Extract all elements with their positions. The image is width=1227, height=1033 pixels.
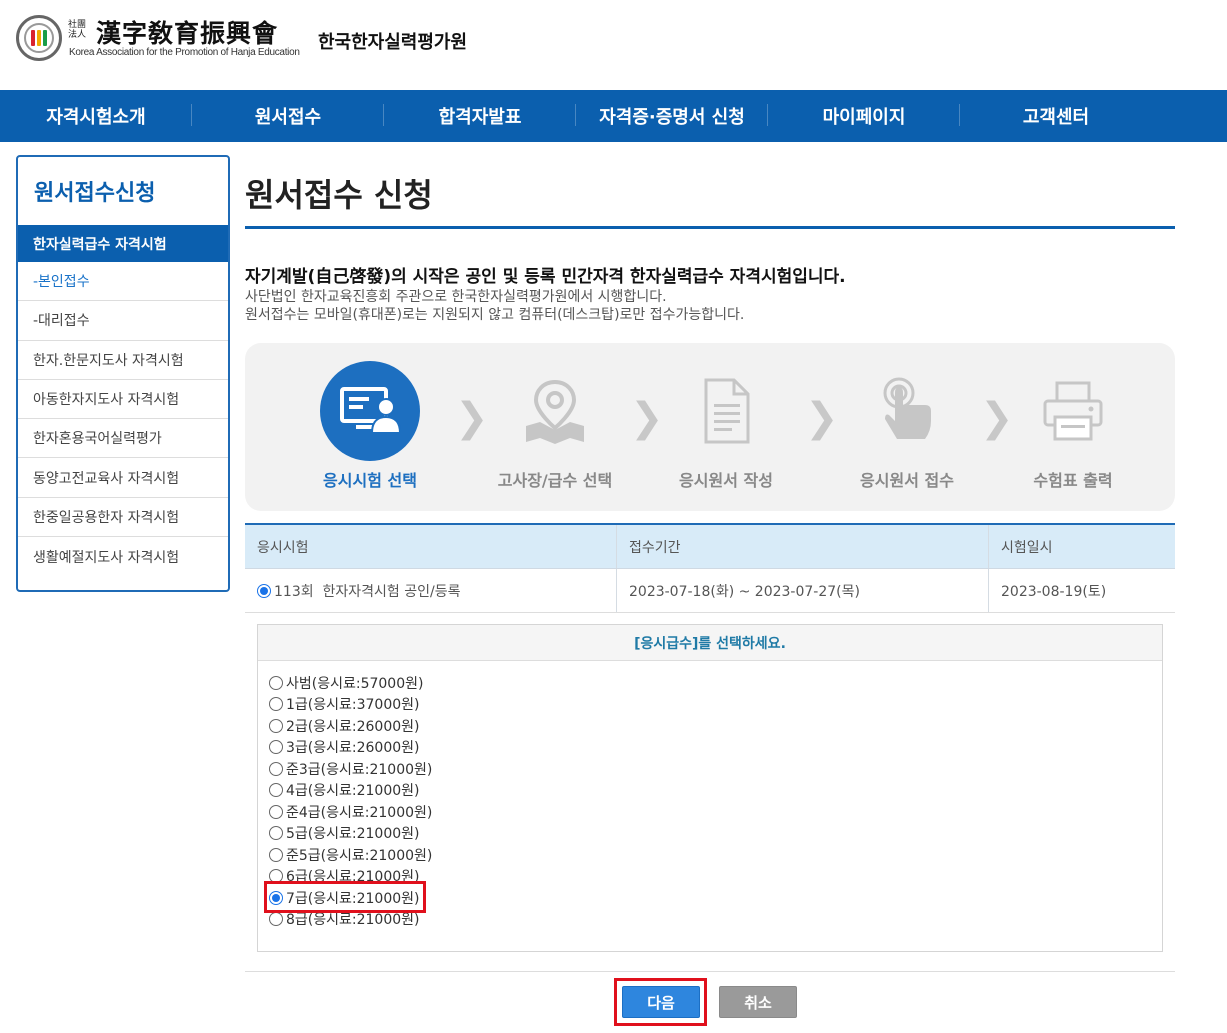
exam-radio[interactable] bbox=[257, 583, 271, 598]
sidebar-item-etiquette-instructor-exam[interactable]: 생활예절지도사 자격시험 bbox=[18, 537, 228, 576]
chevron-right-icon: ❯ bbox=[805, 395, 839, 441]
grade-radio[interactable] bbox=[269, 826, 283, 841]
document-icon bbox=[676, 361, 776, 461]
grade-radio[interactable] bbox=[269, 718, 283, 733]
logo-seal-icon[interactable] bbox=[16, 15, 62, 61]
step-label: 응시원서 작성 bbox=[679, 471, 773, 490]
sidebar-group-hanja-exam[interactable]: 한자실력급수 자격시험 bbox=[18, 225, 228, 262]
sidebar-item-proxy-apply[interactable]: -대리접수 bbox=[18, 301, 228, 341]
logo-small-text: 社團法人 bbox=[68, 20, 87, 40]
nav-item-exam-intro[interactable]: 자격시험소개 bbox=[0, 90, 192, 142]
title-divider bbox=[245, 226, 1175, 229]
grade-section: [응시급수]를 선택하세요. 사범(응시료:57000원) 1급(응시료:370… bbox=[245, 612, 1175, 972]
grade-option[interactable]: 1급(응시료:37000원) bbox=[269, 694, 432, 716]
grade-option-label: 4급(응시료:21000원) bbox=[286, 783, 420, 800]
intro-note-1: 사단법인 한자교육진흥회 주관으로 한국한자실력평가원에서 시행합니다. bbox=[245, 289, 667, 305]
step-write-application: 응시원서 작성 bbox=[656, 343, 796, 511]
grade-option-label: 준3급(응시료:21000원) bbox=[286, 761, 433, 778]
exam-cell[interactable]: 113회 한자자격시험 공인/등록 bbox=[245, 569, 617, 612]
step-label: 응시시험 선택 bbox=[323, 471, 417, 490]
chevron-right-icon: ❯ bbox=[455, 395, 489, 441]
sidebar-item-child-instructor-exam[interactable]: 아동한자지도사 자격시험 bbox=[18, 380, 228, 420]
grade-option-label: 2급(응시료:26000원) bbox=[286, 718, 420, 735]
sidebar-item-self-apply[interactable]: -본인접수 bbox=[18, 262, 228, 302]
grade-radio[interactable] bbox=[269, 847, 283, 862]
logo-hanja-text[interactable]: 漢字敎育振興會 bbox=[96, 14, 278, 50]
sidebar-title: 원서접수신청 bbox=[34, 181, 156, 206]
grade-option[interactable]: 3급(응시료:26000원) bbox=[269, 737, 432, 759]
grade-radio[interactable] bbox=[269, 761, 283, 776]
nav-item-customer-center[interactable]: 고객센터 bbox=[960, 90, 1152, 142]
grade-option-label: 1급(응시료:37000원) bbox=[286, 697, 420, 714]
grade-option[interactable]: 사범(응시료:57000원) bbox=[269, 672, 432, 694]
nav-item-results[interactable]: 합격자발표 bbox=[384, 90, 576, 142]
grade-option[interactable]: 4급(응시료:21000원) bbox=[269, 780, 432, 802]
column-header-date: 시험일시 bbox=[1001, 539, 1053, 556]
date-cell: 2023-08-19(토) bbox=[1001, 583, 1107, 600]
application-steps: 응시시험 선택 ❯ 고사장/급수 선택 ❯ 응시원서 작성 ❯ 응시원서 접수 … bbox=[245, 343, 1175, 511]
logo-english-text: Korea Association for the Promotion of H… bbox=[69, 47, 300, 58]
nav-item-application[interactable]: 원서접수 bbox=[192, 90, 384, 142]
step-select-site-grade: 고사장/급수 선택 bbox=[485, 343, 625, 511]
nav-item-mypage[interactable]: 마이페이지 bbox=[768, 90, 960, 142]
grade-option-label: 3급(응시료:26000원) bbox=[286, 740, 420, 757]
period-cell: 2023-07-18(화) ~ 2023-07-27(목) bbox=[617, 569, 989, 612]
site-header: 社團法人 漢字敎育振興會 Korea Association for the P… bbox=[0, 0, 1227, 90]
exam-name: 113회 한자자격시험 공인/등록 bbox=[274, 583, 461, 600]
grade-radio[interactable] bbox=[269, 783, 283, 798]
grade-option-label: 준5급(응시료:21000원) bbox=[286, 847, 433, 864]
printer-icon bbox=[1023, 361, 1123, 461]
step-print-ticket: 수험표 출력 bbox=[1003, 343, 1143, 511]
step-label: 수험표 출력 bbox=[1033, 471, 1113, 490]
table-header: 응시시험 접수기간 시험일시 bbox=[245, 525, 1175, 569]
step-label: 고사장/급수 선택 bbox=[497, 471, 613, 490]
grade-option[interactable]: 준3급(응시료:21000원) bbox=[269, 758, 432, 780]
step-submit-application: 응시원서 접수 bbox=[837, 343, 977, 511]
nav-item-certificate[interactable]: 자격증·증명서 신청 bbox=[576, 90, 768, 142]
page-title: 원서접수 신청 bbox=[245, 176, 433, 214]
grade-option[interactable]: 준4급(응시료:21000원) bbox=[269, 801, 432, 823]
map-pin-icon bbox=[505, 361, 605, 461]
grade-title: [응시급수]를 선택하세요. bbox=[258, 625, 1162, 661]
sidebar-item-common-hanja-exam[interactable]: 한중일공용한자 자격시험 bbox=[18, 498, 228, 538]
column-header-exam: 응시시험 bbox=[245, 525, 617, 568]
step-label: 응시원서 접수 bbox=[860, 471, 954, 490]
grade-radio[interactable] bbox=[269, 912, 283, 927]
touch-hand-icon bbox=[857, 361, 957, 461]
grade-option[interactable]: 준5급(응시료:21000원) bbox=[269, 844, 432, 866]
grade-radio[interactable] bbox=[269, 697, 283, 712]
logo-korean-text[interactable]: 한국한자실력평가원 bbox=[318, 28, 467, 54]
sidebar-item-mixed-korean-test[interactable]: 한자혼용국어실력평가 bbox=[18, 419, 228, 459]
grade-option-label: 사범(응시료:57000원) bbox=[286, 675, 424, 692]
table-row[interactable]: 113회 한자자격시험 공인/등록 2023-07-18(화) ~ 2023-0… bbox=[245, 569, 1175, 613]
sidebar-item-instructor-exam[interactable]: 한자.한문지도사 자격시험 bbox=[18, 341, 228, 380]
exam-table: 응시시험 접수기간 시험일시 113회 한자자격시험 공인/등록 2023-07… bbox=[245, 523, 1175, 613]
cancel-button[interactable]: 취소 bbox=[719, 986, 797, 1018]
next-button[interactable]: 다음 bbox=[622, 986, 700, 1018]
grade-radio[interactable] bbox=[269, 804, 283, 819]
column-header-period: 접수기간 bbox=[617, 525, 989, 568]
grade-option-label: 준4급(응시료:21000원) bbox=[286, 804, 433, 821]
grade-radio[interactable] bbox=[269, 675, 283, 690]
monitor-user-icon bbox=[320, 361, 420, 461]
selection-highlight-box bbox=[264, 881, 426, 913]
grade-radio[interactable] bbox=[269, 740, 283, 755]
intro-headline: 자기계발(自己啓發)의 시작은 공인 및 등록 민간자격 한자실력급수 자격시험… bbox=[245, 267, 846, 287]
grade-option[interactable]: 5급(응시료:21000원) bbox=[269, 823, 432, 845]
intro-note-2: 원서접수는 모바일(휴대폰)로는 지원되지 않고 컴퓨터(데스크탑)로만 접수가… bbox=[245, 307, 745, 323]
sidebar-item-classics-educator-exam[interactable]: 동양고전교육사 자격시험 bbox=[18, 458, 228, 498]
top-navigation: 자격시험소개 원서접수 합격자발표 자격증·증명서 신청 마이페이지 고객센터 bbox=[0, 90, 1227, 142]
sidebar: 원서접수신청 한자실력급수 자격시험 -본인접수 -대리접수 한자.한문지도사 … bbox=[16, 155, 230, 592]
step-select-exam: 응시시험 선택 bbox=[300, 343, 440, 511]
grade-option[interactable]: 2급(응시료:26000원) bbox=[269, 715, 432, 737]
grade-option-label: 5급(응시료:21000원) bbox=[286, 826, 420, 843]
